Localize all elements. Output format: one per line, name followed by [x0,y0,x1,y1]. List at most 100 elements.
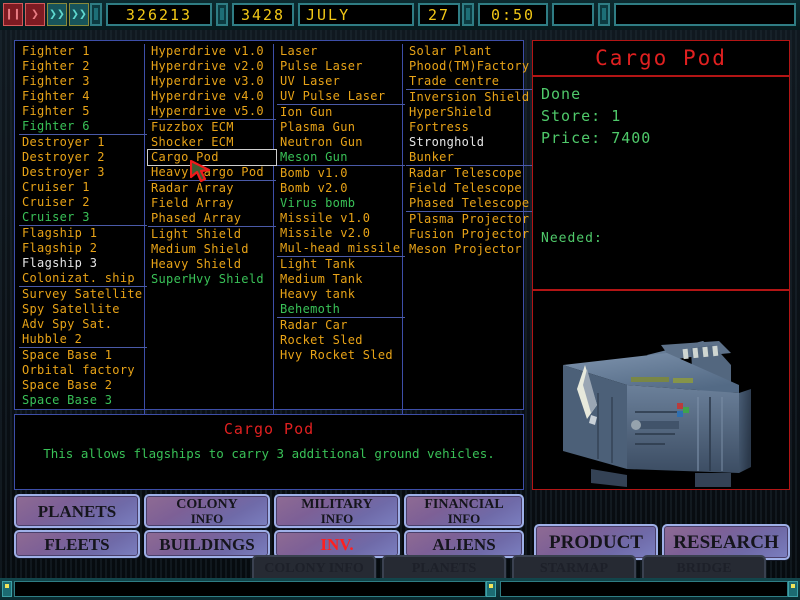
list-item[interactable]: Solar Plant [406,44,534,59]
list-item[interactable]: Plasma Projector [406,211,534,227]
list-item[interactable]: Mul-head missile [277,241,405,256]
list-item[interactable]: Flagship 2 [19,241,147,256]
list-item[interactable]: Ion Gun [277,104,405,120]
list-item[interactable]: Rocket Sled [277,333,405,348]
list-item[interactable]: Phood(TM)Factory [406,59,534,74]
list-item[interactable]: Flagship 3 [19,256,147,271]
list-item[interactable]: Bomb v1.0 [277,165,405,181]
list-item[interactable]: Virus bomb [277,196,405,211]
list-item[interactable]: Adv Spy Sat. [19,317,147,332]
cargo-pod-render [535,293,789,487]
list-item[interactable]: Hyperdrive v2.0 [148,59,276,74]
list-item[interactable]: Plasma Gun [277,120,405,135]
list-item[interactable]: Hyperdrive v1.0 [148,44,276,59]
cargo-pod-illustration [535,293,789,487]
list-item[interactable]: Fighter 4 [19,89,147,104]
list-item[interactable]: Space Base 3 [19,393,147,408]
fleets-button[interactable]: FLEETS [14,530,140,558]
military-info-button-label: INFO [320,510,354,526]
planets-button[interactable]: PLANETS [14,494,140,528]
clock-display: 0:50 [478,3,548,26]
pause-button[interactable]: ❙❙ [3,3,23,26]
play-button[interactable]: ❯ [25,3,45,26]
list-item[interactable]: Field Array [148,196,276,211]
list-item[interactable]: Light Shield [148,226,276,242]
list-item[interactable]: Fighter 1 [19,44,147,59]
list-item-selected[interactable]: Cargo Pod [147,149,277,166]
list-item[interactable]: Fusion Projector [406,227,534,242]
list-item[interactable]: Hvy Rocket Sled [277,348,405,363]
list-item[interactable]: Spy Satellite [19,302,147,317]
list-item[interactable]: Radar Car [277,317,405,333]
financial-info-button[interactable]: FINANCIAL INFO [404,494,524,528]
list-item[interactable]: Medium Tank [277,272,405,287]
list-item[interactable]: Cruiser 1 [19,180,147,195]
list-item[interactable]: Bomb v2.0 [277,181,405,196]
list-item[interactable]: Bunker [406,150,534,165]
inventory-button[interactable]: INV. [274,530,400,558]
list-item[interactable]: UV Laser [277,74,405,89]
list-item[interactable]: Inversion Shield [406,89,534,105]
list-item[interactable]: Radar Array [148,180,276,196]
credits-indicator [90,3,102,26]
list-item[interactable]: Fuzzbox ECM [148,119,276,135]
list-item[interactable]: Space Base 2 [19,378,147,393]
list-item[interactable]: Space Base 1 [19,347,147,363]
list-item[interactable]: Hyperdrive v5.0 [148,104,276,119]
aliens-button[interactable]: ALIENS [404,530,524,558]
colony-info-button-label: COLONY [176,496,238,512]
list-item[interactable]: Survey Satellite [19,286,147,302]
list-item[interactable]: Fighter 3 [19,74,147,89]
list-item[interactable]: Hyperdrive v3.0 [148,74,276,89]
colony-info-button[interactable]: COLONY INFO [144,494,270,528]
list-item[interactable]: Pulse Laser [277,59,405,74]
list-item[interactable]: Phased Array [148,211,276,226]
list-item[interactable]: Medium Shield [148,242,276,257]
list-item[interactable]: Fighter 6 [19,119,147,134]
list-item[interactable]: Phased Telescope [406,196,534,211]
list-item[interactable]: Heavy Shield [148,257,276,272]
list-item[interactable]: Meson Gun [277,150,405,165]
list-item[interactable]: Heavy Cargo Pod [148,165,276,180]
very-fast-forward-button[interactable]: ❯❯ [69,3,89,26]
list-item[interactable]: Missile v2.0 [277,226,405,241]
list-item[interactable]: Fighter 5 [19,104,147,119]
list-item[interactable]: Behemoth [277,302,405,317]
status-lamp-mid [486,581,496,597]
list-item[interactable]: Orbital factory [19,363,147,378]
military-info-button[interactable]: MILITARY INFO [274,494,400,528]
list-item[interactable]: Destroyer 3 [19,165,147,180]
list-item[interactable]: Fighter 2 [19,59,147,74]
list-item[interactable]: Flagship 1 [19,225,147,241]
list-item[interactable]: Radar Telescope [406,165,534,181]
list-item[interactable]: Laser [277,44,405,59]
fleets-button-label: FLEETS [44,534,110,554]
fast-forward-button[interactable]: ❯❯ [47,3,67,26]
list-item[interactable]: Trade centre [406,74,534,89]
list-item[interactable]: Destroyer 2 [19,150,147,165]
list-item[interactable]: Light Tank [277,256,405,272]
list-item[interactable]: Hubble 2 [19,332,147,347]
item-detail-panel: Cargo Pod Done Store: 1 Price: 7400 Need… [532,40,790,490]
list-item[interactable]: Cruiser 3 [19,210,147,225]
list-item[interactable]: Field Telescope [406,181,534,196]
list-item[interactable]: UV Pulse Laser [277,89,405,104]
list-item[interactable]: Cruiser 2 [19,195,147,210]
list-item[interactable]: HyperShield [406,105,534,120]
buildings-button[interactable]: BUILDINGS [144,530,270,558]
bg-bridge-button-label: BRIDGE [676,561,732,576]
list-item[interactable]: Shocker ECM [148,135,276,150]
list-item[interactable]: Heavy tank [277,287,405,302]
list-item[interactable]: Destroyer 1 [19,134,147,150]
list-item[interactable]: Neutron Gun [277,135,405,150]
list-item[interactable]: Missile v1.0 [277,211,405,226]
list-item[interactable]: Colonizat. ship [19,271,147,286]
financial-info-button-label: INFO [447,510,481,526]
status-field-main [14,581,486,597]
list-item[interactable]: Hyperdrive v4.0 [148,89,276,104]
list-item[interactable]: SuperHvy Shield [148,272,276,287]
list-item[interactable]: Fortress [406,120,534,135]
list-item[interactable]: Meson Projector [406,242,534,257]
list-item[interactable]: Stronghold [406,135,534,150]
list-column-buildings: Solar Plant Phood(TM)Factory Trade centre I… [406,44,534,257]
